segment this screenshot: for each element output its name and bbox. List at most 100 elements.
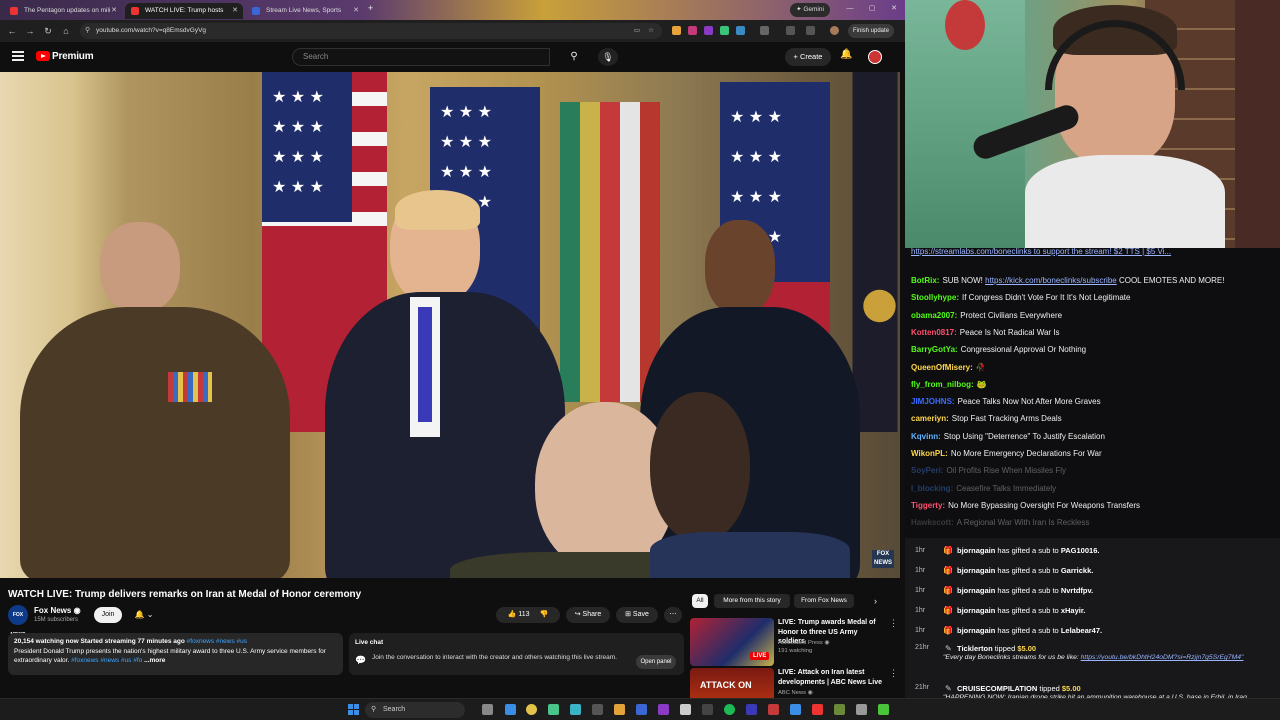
tab-watch-live[interactable]: WATCH LIVE: Trump hosts ✕ (125, 3, 243, 19)
chat-username[interactable]: fly_from_nilbog: (911, 380, 974, 389)
split-view-icon[interactable] (786, 26, 795, 35)
obs-icon[interactable] (702, 704, 713, 715)
description-box[interactable]: 20,154 watching now Started streaming 77… (8, 633, 343, 675)
maximize-icon[interactable]: ▢ (864, 2, 880, 16)
video-thumbnail[interactable]: LIVE (690, 618, 774, 666)
gifter-name[interactable]: bjornagain (957, 626, 995, 635)
gifter-name[interactable]: bjornagain (957, 566, 995, 575)
app-icon[interactable] (790, 704, 801, 715)
chip-from-fox-news[interactable]: From Fox News (794, 594, 854, 608)
recommended-title[interactable]: LIVE: Attack on Iran latest developments… (778, 668, 886, 687)
app-icon[interactable] (746, 704, 757, 715)
extension-icon[interactable] (720, 26, 729, 35)
chat-username[interactable]: BotRix: (911, 276, 939, 285)
youtube-logo-icon[interactable] (36, 51, 50, 61)
chat-username[interactable]: Hawkscott: (911, 518, 954, 527)
dislike-icon[interactable]: 👎 (540, 611, 549, 618)
app-icon[interactable] (570, 704, 581, 715)
extension-icon[interactable] (704, 26, 713, 35)
channel-logo[interactable]: FOX NEWS (8, 605, 28, 638)
new-tab-icon[interactable]: + (368, 3, 373, 13)
gemini-button[interactable]: ✦ Gemini (790, 3, 830, 17)
hamburger-menu-icon[interactable] (12, 51, 24, 61)
tipper-name[interactable]: Ticklerton (957, 644, 993, 653)
chip-more-from-this-story[interactable]: More from this story (714, 594, 790, 608)
save-button[interactable]: ⊞ Save (616, 607, 658, 623)
chat-username[interactable]: SoyPeri: (911, 466, 943, 475)
cast-icon[interactable]: ▭ (634, 23, 640, 39)
close-tab-icon[interactable]: ✕ (232, 3, 238, 19)
recipient-name[interactable]: xHayir. (1061, 606, 1086, 615)
chrome-icon[interactable] (526, 704, 537, 715)
recipient-name[interactable]: Nvrtdfpv. (1061, 586, 1093, 595)
channel-name[interactable]: Fox News ◉ (34, 606, 81, 615)
taskbar-search[interactable]: ⚲ Search (365, 702, 465, 718)
chat-username[interactable]: Kotten0817: (911, 328, 957, 337)
join-button[interactable]: Join (94, 607, 122, 623)
recipient-name[interactable]: Garrickk. (1061, 566, 1094, 575)
minimize-icon[interactable]: — (842, 2, 858, 16)
app-icon[interactable] (768, 704, 779, 715)
extensions-puzzle-icon[interactable] (760, 26, 769, 35)
create-button[interactable]: + Create (785, 48, 831, 66)
share-button[interactable]: ↪ Share (566, 607, 610, 623)
recommended-video[interactable]: LIVE LIVE: Trump awards Medal of Honor t… (690, 618, 900, 668)
hashtags[interactable]: #foxnews #news #us #fo (69, 657, 142, 664)
home-icon[interactable]: ⌂ (59, 24, 73, 38)
edge-icon[interactable] (505, 704, 516, 715)
chip-all[interactable]: All (692, 594, 708, 608)
app-icon[interactable] (592, 704, 603, 715)
reload-icon[interactable]: ↻ (41, 24, 55, 38)
chat-username[interactable]: l_blocking: (911, 484, 953, 493)
tipper-name[interactable]: CRUISECOMPILATION (957, 684, 1037, 693)
chat-username[interactable]: BarryGotYa: (911, 345, 958, 354)
account-avatar[interactable] (868, 50, 882, 64)
app-icon[interactable] (856, 704, 867, 715)
app-icon[interactable] (658, 704, 669, 715)
close-window-icon[interactable]: ✕ (886, 2, 902, 16)
windows-start-icon[interactable] (348, 704, 359, 715)
finish-update-button[interactable]: Finish update (848, 24, 894, 38)
open-panel-button[interactable]: Open panel (636, 655, 676, 669)
voice-search-button[interactable]: 🎙 (598, 48, 618, 66)
recipient-name[interactable]: PAG10016. (1061, 546, 1100, 555)
notifications-bell-icon[interactable]: 🔔 (840, 49, 852, 60)
task-view-icon[interactable] (482, 704, 493, 715)
tab-stream-live-news[interactable]: Stream Live News, Sports ✕ (246, 3, 364, 19)
like-dislike-button[interactable]: 👍 113 👎 (496, 607, 560, 623)
notification-settings-button[interactable]: 🔔 ⌄ (130, 607, 158, 623)
file-explorer-icon[interactable] (614, 704, 625, 715)
app-icon[interactable] (878, 704, 889, 715)
video-thumbnail[interactable]: ATTACK ON (690, 668, 774, 698)
recipient-name[interactable]: Lelabear47. (1061, 626, 1102, 635)
chat-link[interactable]: https://kick.com/boneclinks/subscribe (985, 276, 1117, 285)
like-count[interactable]: 👍 113 (508, 611, 530, 618)
extension-icon[interactable] (688, 26, 697, 35)
chat-username[interactable]: cameriyn: (911, 414, 949, 423)
site-info-icon[interactable]: ⚲ (85, 23, 90, 39)
more-actions-button[interactable]: ⋯ (664, 607, 682, 623)
show-more-link[interactable]: ...more (144, 657, 165, 664)
close-tab-icon[interactable]: ✕ (353, 3, 359, 19)
spotify-icon[interactable] (724, 704, 735, 715)
profile-avatar-icon[interactable] (830, 26, 839, 35)
app-icon[interactable] (834, 704, 845, 715)
gifter-name[interactable]: bjornagain (957, 606, 995, 615)
search-button[interactable]: ⚲ (560, 48, 588, 66)
chat-username[interactable]: WikonPL: (911, 449, 948, 458)
recommended-video[interactable]: ATTACK ON LIVE: Attack on Iran latest de… (690, 668, 900, 698)
chat-banner-text[interactable]: https://streamlabs.com/boneclinks to sup… (911, 248, 1171, 256)
hashtags[interactable]: #foxnews #news #us (185, 638, 247, 645)
app-icon[interactable] (636, 704, 647, 715)
back-icon[interactable]: ← (5, 24, 19, 38)
extension-icon[interactable] (672, 26, 681, 35)
chat-username[interactable]: Stoollyhype: (911, 293, 959, 302)
chat-username[interactable]: JIMJOHNS: (911, 397, 955, 406)
youtube-brand[interactable]: Premium (52, 51, 94, 62)
video-player[interactable]: ★ ★ ★ ★ ★ ★ ★ ★ ★ ★ ★ ★ ★ ★ ★ ★ ★ ★ ★ ★ … (0, 72, 900, 578)
downloads-icon[interactable] (806, 26, 815, 35)
url-field[interactable]: ⚲ youtube.com/watch?v=q8EmsdvGyVg ▭ ☆ (80, 23, 662, 39)
recommended-channel[interactable]: ABC News ◉ (778, 689, 886, 697)
kebab-menu-icon[interactable]: ⋮ (889, 668, 898, 679)
search-input[interactable]: Search (292, 48, 550, 66)
